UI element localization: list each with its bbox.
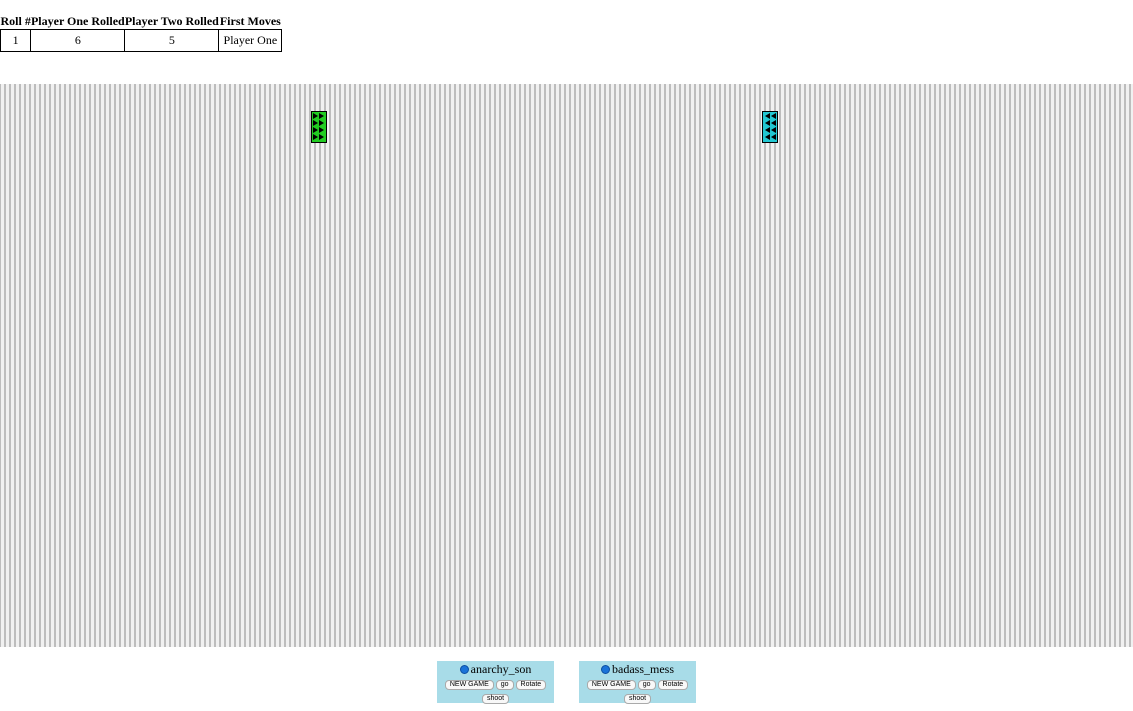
new-game-button[interactable]: NEW GAME [586,680,636,690]
player-username: anarchy_son [470,662,532,676]
player-one-tank[interactable] [311,111,327,143]
player-panel-one: anarchy_son NEW GAME go Rotate shoot [437,661,554,704]
new-game-button[interactable]: NEW GAME [444,680,494,690]
player-one-rolled-cell: 6 [30,29,126,52]
roll-table-header-row: Roll # Player One Rolled Player Two Roll… [1,14,282,30]
shoot-button[interactable]: shoot [623,694,652,704]
roll-number-header: Roll # [0,14,31,28]
player-two-rolled-cell: 5 [124,29,220,52]
player-two-rolled-header: Player Two Rolled [124,14,219,28]
shoot-button[interactable]: shoot [481,694,510,704]
player-name-row: anarchy_son [437,662,554,676]
game-board[interactable] [0,84,1133,647]
button-row: shoot [437,691,554,704]
table-row: 1 6 5 Player One [0,29,283,52]
first-moves-cell: Player One [218,29,283,52]
player-two-tank[interactable] [762,111,778,143]
player-one-rolled-header: Player One Rolled [30,14,125,28]
go-button[interactable]: go [637,680,656,690]
go-button[interactable]: go [495,680,514,690]
player-username: badass_mess [612,662,674,676]
player-name-row: badass_mess [579,662,696,676]
button-row: shoot [579,691,696,704]
first-moves-header: First Moves [219,14,281,28]
tank-icon [763,112,777,142]
rotate-button[interactable]: Rotate [515,680,547,690]
roll-number-cell: 1 [0,29,32,52]
rotate-button[interactable]: Rotate [657,680,689,690]
status-dot-icon [601,664,610,674]
button-row: NEW GAME go Rotate [579,677,696,690]
status-dot-icon [459,664,469,674]
button-row: NEW GAME go Rotate [437,677,554,690]
roll-table: Roll # Player One Rolled Player Two Roll… [0,14,283,52]
tank-icon [312,112,326,142]
player-panel-two: badass_mess NEW GAME go Rotate shoot [579,661,696,704]
